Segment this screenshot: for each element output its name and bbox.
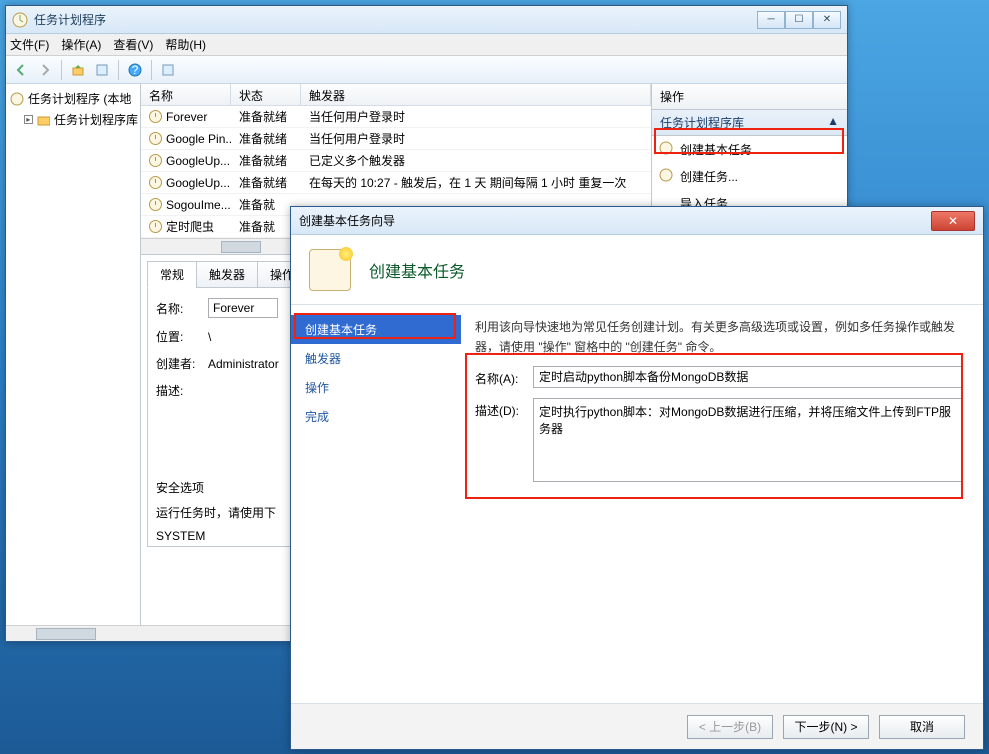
step-action[interactable]: 操作 [291, 373, 461, 402]
clock-icon [149, 132, 162, 145]
refresh-button[interactable] [157, 59, 179, 81]
minimize-button[interactable]: ─ [757, 11, 785, 29]
menu-help[interactable]: 帮助(H) [165, 36, 206, 53]
wizard-icon [309, 249, 351, 291]
maximize-button[interactable]: ☐ [785, 11, 813, 29]
step-finish[interactable]: 完成 [291, 402, 461, 431]
tree-pane: 任务计划程序 (本地 ▸ 任务计划程序库 [6, 84, 141, 641]
collapse-icon[interactable]: ▲ [827, 114, 839, 131]
detail-creator: Administrator [208, 357, 279, 371]
menu-action[interactable]: 操作(A) [61, 36, 101, 53]
label-name: 名称: [156, 300, 200, 317]
wizard-header: 创建基本任务 [291, 235, 983, 305]
wizard-content: 利用该向导快速地为常见任务创建计划。有关更多高级选项或设置，例如多任务操作或触发… [461, 305, 983, 703]
task-row[interactable]: Forever准备就绪当任何用户登录时 [141, 106, 651, 128]
app-icon [12, 12, 28, 28]
clock-icon [10, 92, 24, 106]
task-row[interactable]: Google Pin...准备就绪当任何用户登录时 [141, 128, 651, 150]
clock-icon [149, 110, 162, 123]
task-row[interactable]: GoogleUp...准备就绪在每天的 10:27 - 触发后，在 1 天 期间… [141, 172, 651, 194]
clock-icon [149, 176, 162, 189]
expand-icon[interactable]: ▸ [24, 115, 33, 124]
toolbar: ? [6, 56, 847, 84]
task-list-header: 名称 状态 触发器 [141, 84, 651, 106]
step-basic[interactable]: 创建基本任务 [291, 315, 461, 344]
back-button: < 上一步(B) [687, 715, 773, 739]
wizard-name-input[interactable] [533, 366, 963, 388]
wizard-footer: < 上一步(B) 下一步(N) > 取消 [291, 703, 983, 749]
action-create-task[interactable]: 创建任务... [652, 163, 847, 190]
wizard-desc-input[interactable] [533, 398, 963, 482]
next-button[interactable]: 下一步(N) > [783, 715, 869, 739]
task-row[interactable]: GoogleUp...准备就绪已定义多个触发器 [141, 150, 651, 172]
step-trigger[interactable]: 触发器 [291, 344, 461, 373]
clock-icon [658, 167, 674, 183]
detail-location: \ [208, 330, 211, 344]
label-desc: 描述(D): [475, 398, 533, 482]
wizard-titlebar[interactable]: 创建基本任务向导 ✕ [291, 207, 983, 235]
back-button[interactable] [10, 59, 32, 81]
label-desc: 描述: [156, 382, 200, 399]
clock-icon [149, 198, 162, 211]
create-basic-task-wizard: 创建基本任务向导 ✕ 创建基本任务 创建基本任务 触发器 操作 完成 利用该向导… [290, 206, 984, 750]
menu-view[interactable]: 查看(V) [113, 36, 153, 53]
close-button[interactable]: ✕ [813, 11, 841, 29]
col-status[interactable]: 状态 [231, 84, 301, 105]
forward-button[interactable] [34, 59, 56, 81]
window-title: 任务计划程序 [34, 11, 757, 28]
up-button[interactable] [67, 59, 89, 81]
label-creator: 创建者: [156, 355, 200, 372]
wizard-title: 创建基本任务向导 [299, 212, 931, 229]
label-name: 名称(A): [475, 366, 533, 388]
tab-trigger[interactable]: 触发器 [196, 261, 258, 288]
actions-subheader[interactable]: 任务计划程序库▲ [652, 110, 847, 136]
help-button[interactable]: ? [124, 59, 146, 81]
svg-text:?: ? [132, 63, 139, 77]
clock-icon [658, 140, 674, 156]
cancel-button[interactable]: 取消 [879, 715, 965, 739]
detail-name-input[interactable] [208, 298, 278, 318]
tree-library[interactable]: ▸ 任务计划程序库 [8, 109, 138, 130]
action-create-basic[interactable]: 创建基本任务... [652, 136, 847, 163]
wizard-intro: 利用该向导快速地为常见任务创建计划。有关更多高级选项或设置，例如多任务操作或触发… [475, 317, 963, 358]
menu-file[interactable]: 文件(F) [10, 36, 49, 53]
col-name[interactable]: 名称 [141, 84, 231, 105]
close-button[interactable]: ✕ [931, 211, 975, 231]
menubar: 文件(F) 操作(A) 查看(V) 帮助(H) [6, 34, 847, 56]
clock-icon [149, 154, 162, 167]
tree-root[interactable]: 任务计划程序 (本地 [8, 88, 138, 109]
props-button[interactable] [91, 59, 113, 81]
col-trigger[interactable]: 触发器 [301, 84, 651, 105]
actions-header: 操作 [652, 84, 847, 110]
wizard-heading: 创建基本任务 [369, 258, 465, 282]
main-titlebar[interactable]: 任务计划程序 ─ ☐ ✕ [6, 6, 847, 34]
folder-icon [37, 113, 50, 127]
label-location: 位置: [156, 328, 200, 345]
wizard-steps: 创建基本任务 触发器 操作 完成 [291, 305, 461, 703]
tab-general[interactable]: 常规 [147, 261, 197, 288]
clock-icon [149, 220, 162, 233]
